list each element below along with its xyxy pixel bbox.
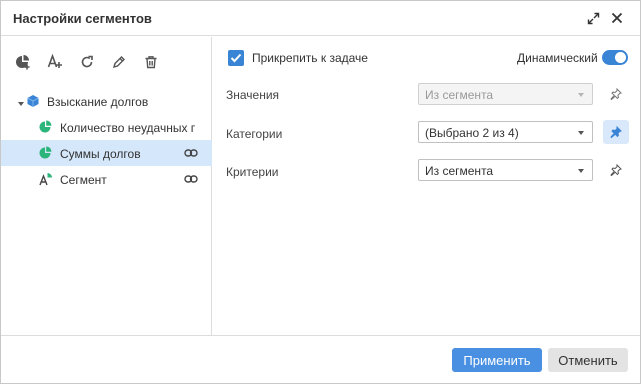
edit-icon[interactable] <box>109 52 129 72</box>
cube-icon <box>26 94 40 108</box>
tree-item-label: Сегмент <box>60 173 107 187</box>
caret-down-icon[interactable] <box>17 97 25 106</box>
refresh-icon[interactable] <box>77 52 97 72</box>
pie-chart-icon <box>39 146 53 160</box>
values-select: Из сегмента <box>418 83 593 105</box>
tree-item-segment[interactable]: Сегмент <box>1 166 212 192</box>
values-select-value: Из сегмента <box>425 88 494 102</box>
criteria-label: Критерии <box>226 165 279 179</box>
close-icon[interactable] <box>609 10 625 26</box>
pin-categories-button[interactable] <box>603 120 629 144</box>
text-segment-icon <box>39 172 53 186</box>
segment-settings-dialog: Настройки сегментов Взыскание долгов Кол… <box>0 0 641 384</box>
chevron-down-icon <box>578 169 584 173</box>
chevron-down-icon <box>578 93 584 97</box>
toggle-knob <box>615 52 626 63</box>
pin-values-button[interactable] <box>603 82 629 106</box>
categories-select[interactable]: (Выбрано 2 из 4) <box>418 121 593 143</box>
expand-icon[interactable] <box>585 10 601 26</box>
delete-icon[interactable] <box>141 52 161 72</box>
add-text-segment-icon[interactable] <box>45 52 65 72</box>
cancel-button[interactable]: Отменить <box>548 348 628 372</box>
dynamic-toggle[interactable] <box>602 50 628 65</box>
segments-toolbar <box>13 52 173 72</box>
tree-item-failed-count[interactable]: Количество неудачных п... <box>1 114 212 140</box>
chevron-down-icon <box>578 131 584 135</box>
tree-item-label: Суммы долгов <box>60 147 141 161</box>
add-segment-icon[interactable] <box>13 52 33 72</box>
apply-button[interactable]: Применить <box>452 348 542 372</box>
attach-to-task-label: Прикрепить к задаче <box>252 51 368 65</box>
tree-item-debt-sums[interactable]: Суммы долгов <box>1 140 212 166</box>
dialog-title: Настройки сегментов <box>13 11 152 26</box>
values-label: Значения <box>226 88 280 102</box>
tree-root[interactable]: Взыскание долгов <box>1 88 212 114</box>
segment-settings-panel: Прикрепить к задаче Динамический Значени… <box>213 37 640 335</box>
categories-select-value: (Выбрано 2 из 4) <box>425 126 519 140</box>
segments-panel: Взыскание долгов Количество неудачных п.… <box>1 37 212 335</box>
pin-criteria-button[interactable] <box>603 158 629 182</box>
criteria-select-value: Из сегмента <box>425 164 494 178</box>
dynamic-label: Динамический <box>517 51 598 65</box>
dialog-footer: Применить Отменить <box>1 335 640 383</box>
tree-root-label: Взыскание долгов <box>47 95 149 109</box>
pie-chart-icon <box>39 120 53 134</box>
segments-tree: Взыскание долгов Количество неудачных п.… <box>1 88 212 192</box>
tree-item-label: Количество неудачных п... <box>60 121 195 135</box>
criteria-select[interactable]: Из сегмента <box>418 159 593 181</box>
categories-label: Категории <box>226 127 283 141</box>
link-icon[interactable] <box>184 146 198 160</box>
attach-to-task-checkbox[interactable] <box>228 50 244 66</box>
dialog-titlebar: Настройки сегментов <box>1 1 640 36</box>
link-icon[interactable] <box>184 172 198 186</box>
